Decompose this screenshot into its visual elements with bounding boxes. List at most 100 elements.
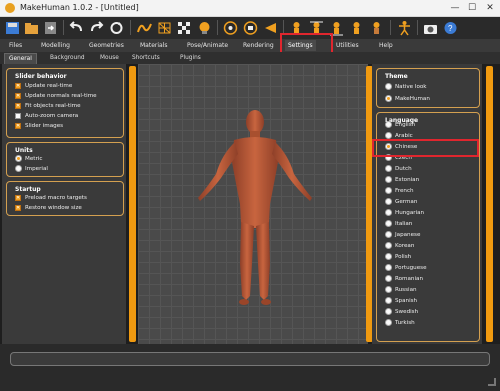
skin-view-icon[interactable] [368,20,385,36]
radio[interactable] [385,264,392,271]
tab-utilities[interactable]: Utilities [333,40,362,51]
checkbox[interactable] [15,92,21,100]
reset-icon[interactable] [108,20,125,36]
undo-icon[interactable] [68,20,85,36]
radio[interactable] [385,308,392,315]
tab-files[interactable]: Files [6,40,25,51]
screenshot-icon[interactable] [422,20,439,36]
load-icon[interactable] [23,20,40,36]
export-icon[interactable] [42,20,59,36]
resize-grip[interactable] [488,378,496,386]
radio-imperial[interactable]: Imperial [15,165,115,173]
radio[interactable] [385,121,392,128]
background-icon[interactable] [176,20,193,36]
tab-help[interactable]: Help [376,40,396,51]
radio[interactable] [385,176,392,183]
back-view-icon[interactable] [242,20,259,36]
radio[interactable] [385,83,392,90]
radio[interactable] [385,286,392,293]
smooth-icon[interactable] [136,20,153,36]
redo-icon[interactable] [88,20,105,36]
radio[interactable] [385,319,392,326]
checkbox-auto-zoom[interactable]: Auto-zoom camera [15,112,115,120]
startup-group: Startup Preload macro targets Restore wi… [6,181,124,216]
checkbox[interactable] [15,204,21,212]
subtab-shortcuts[interactable]: Shortcuts [128,53,164,63]
radio[interactable] [385,231,392,238]
help-icon[interactable]: ? [442,20,459,36]
checkbox-preload-macro[interactable]: Preload macro targets [15,194,115,202]
radio[interactable] [385,165,392,172]
theme-group: Theme Native look MakeHuman [376,68,480,108]
radio[interactable] [385,242,392,249]
subtab-background[interactable]: Background [46,53,89,63]
toolbar: ? [0,17,500,39]
radio-label: Native look [395,84,427,90]
radio[interactable] [385,220,392,227]
checkbox-label: Restore window size [25,205,82,211]
side-view-icon[interactable] [348,20,365,36]
radio[interactable] [385,275,392,282]
tab-modelling[interactable]: Modelling [38,40,73,51]
skeleton-icon[interactable] [396,20,413,36]
tab-geometries[interactable]: Geometries [86,40,127,51]
radio[interactable] [385,209,392,216]
close-button[interactable]: ✕ [483,2,497,14]
radio[interactable] [385,253,392,260]
front-view-icon[interactable] [222,20,239,36]
left-settings-panel: Slider behavior Update real-time Update … [2,64,126,344]
checkbox[interactable] [15,122,21,130]
checkbox-label: Auto-zoom camera [25,113,79,119]
wireframe-icon[interactable] [156,20,173,36]
checkbox[interactable] [15,194,21,202]
checkbox[interactable] [15,102,21,110]
radio-label: Hungarian [395,210,425,216]
radio-label: Portuguese [395,265,427,271]
tab-pose-animate[interactable]: Pose/Animate [184,40,231,51]
radio-label: Korean [395,243,415,249]
subtab-plugins[interactable]: Plugins [176,53,205,63]
human-model [198,110,312,305]
radio-metric[interactable]: Metric [15,155,115,163]
group-title: Theme [385,73,408,80]
left-scrollbar[interactable] [129,66,136,342]
slider-behavior-group: Slider behavior Update real-time Update … [6,68,124,138]
radio-label: Metric [25,156,43,162]
checkbox-fit-objects[interactable]: Fit objects real-time [15,102,115,110]
app-icon [5,3,15,13]
checkbox[interactable] [15,113,21,119]
3d-viewport[interactable] [138,64,368,344]
subtab-mouse[interactable]: Mouse [96,53,123,63]
minimize-button[interactable]: — [448,2,462,14]
tab-rendering[interactable]: Rendering [240,40,277,51]
pose-icon[interactable] [196,20,213,36]
radio[interactable] [385,95,392,102]
radio[interactable] [385,297,392,304]
radio[interactable] [15,165,22,172]
maximize-button[interactable]: ☐ [465,2,479,14]
right-scrollbar[interactable] [486,66,493,342]
checkbox-label: Slider images [25,123,64,129]
radio-label: Romanian [395,276,424,282]
checkbox-slider-images[interactable]: Slider images [15,122,115,130]
radio-label: Dutch [395,166,412,172]
checkbox-label: Update real-time [25,83,73,89]
left-view-icon[interactable] [262,20,279,36]
checkbox[interactable] [15,82,21,90]
units-group: Units Metric Imperial [6,142,124,177]
radio-makehuman[interactable]: MakeHuman [385,95,473,103]
radio-native-look[interactable]: Native look [385,83,473,91]
group-title: Units [15,147,33,154]
radio[interactable] [15,155,22,162]
radio[interactable] [385,198,392,205]
tab-materials[interactable]: Materials [137,40,171,51]
radio[interactable] [385,187,392,194]
checkbox-update-realtime[interactable]: Update real-time [15,82,115,90]
save-icon[interactable] [4,20,21,36]
checkbox-restore-window[interactable]: Restore window size [15,204,115,212]
radio-label: MakeHuman [395,96,430,102]
radio-label: Spanish [395,298,418,304]
radio[interactable] [385,132,392,139]
checkbox-update-normals[interactable]: Update normals real-time [15,92,115,100]
radio-label: Polish [395,254,412,260]
